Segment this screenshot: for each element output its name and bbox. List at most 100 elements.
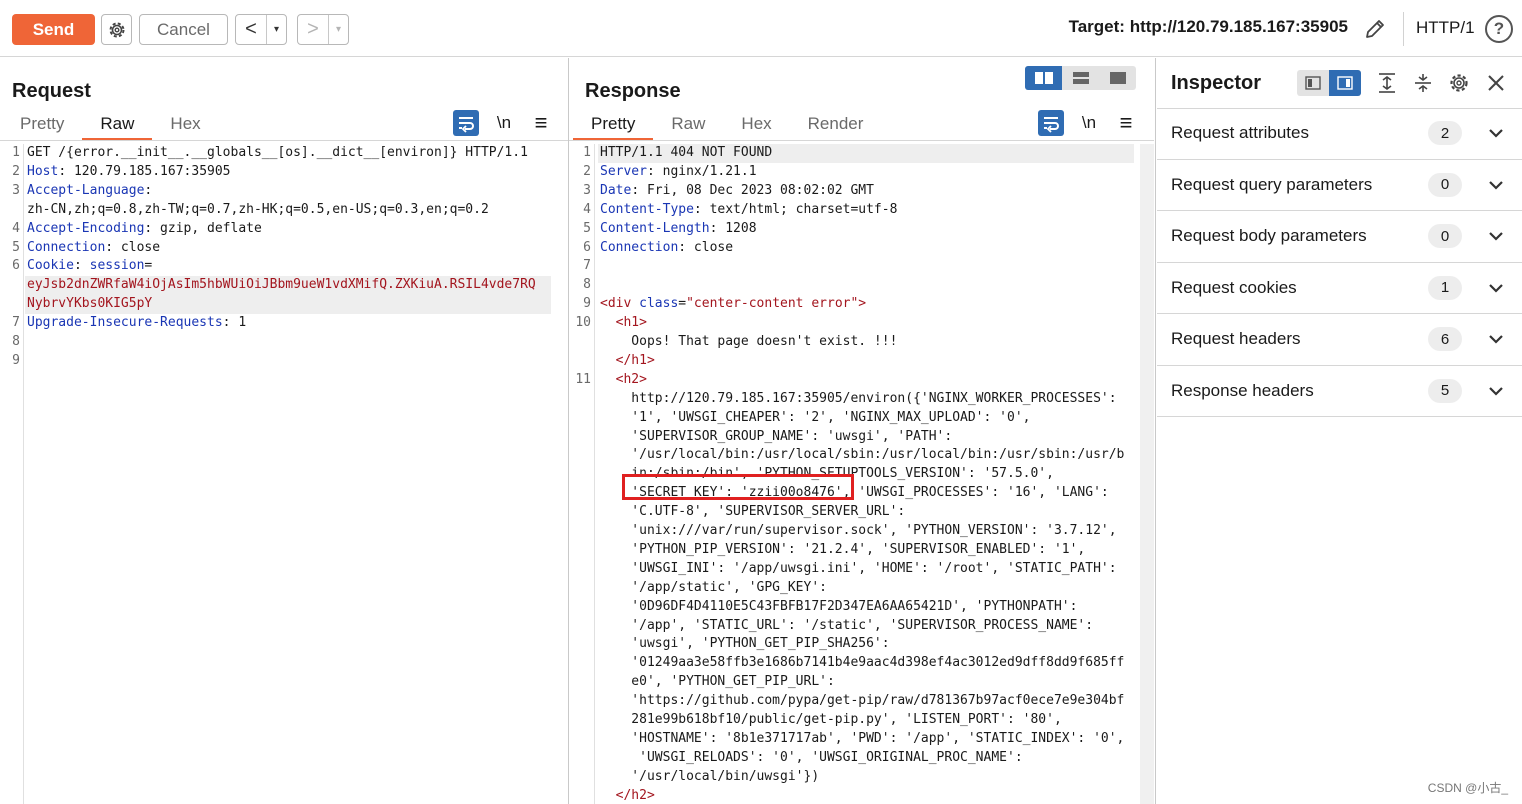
collapse-all-button[interactable] <box>1410 70 1436 96</box>
response-code-line: '/usr/local/bin:/usr/local/sbin:/usr/loc… <box>600 447 1124 462</box>
response-inspector-divider[interactable] <box>1155 58 1156 804</box>
request-line-number: 4 <box>12 220 20 236</box>
cancel-button[interactable]: Cancel <box>139 14 228 45</box>
chevron-down-icon[interactable] <box>1487 382 1505 400</box>
code-token: : text/html; charset=utf-8 <box>693 201 898 217</box>
chevron-down-icon[interactable] <box>1487 330 1505 348</box>
inspector-section-count-badge: 2 <box>1428 121 1462 146</box>
response-code-line: 'PYTHON_PIP_VERSION': '21.2.4', 'SUPERVI… <box>600 542 1085 557</box>
code-token: Accept-Language <box>27 182 145 198</box>
code-token: : nginx/1.21.1 <box>646 163 757 179</box>
request-code-line: NybrvYKbs0KIG5pY <box>27 296 152 311</box>
inspector-layout-toggle <box>1297 70 1361 96</box>
response-code-line: 281e99b618bf10/public/get-pip.py', 'LIST… <box>600 712 1061 727</box>
word-wrap-icon <box>1044 117 1059 133</box>
chevron-down-icon[interactable] <box>1487 227 1505 245</box>
response-tab-raw[interactable]: Raw <box>653 113 723 141</box>
http-version-selector[interactable]: HTTP/1 <box>1416 18 1475 38</box>
forward-button[interactable]: > <box>298 15 328 44</box>
code-token: Host <box>27 163 59 179</box>
response-menu-icon[interactable]: ≡ <box>1113 110 1139 136</box>
request-code-line: GET /{error.__init__.__globals__[os].__d… <box>27 145 528 160</box>
inspector-panel: Inspector Request attributes 2 Request q… <box>1157 58 1522 804</box>
request-line-number: 3 <box>12 182 20 198</box>
inspector-section-label: Response headers <box>1171 380 1314 400</box>
response-code-line: '0D96DF4D4110E5C43FBFB17F2D347EA6AA65421… <box>600 599 1077 614</box>
inspector-section-count-badge: 0 <box>1428 172 1462 197</box>
response-panel: Response Pretty Raw Hex Render \n ≡ 1 HTT… <box>569 58 1154 804</box>
response-tab-hex[interactable]: Hex <box>723 113 789 141</box>
code-token: '1', 'UWSGI_CHEAPER': '2', 'NGINX_MAX_UP… <box>600 409 1031 425</box>
inspector-section-row[interactable]: Request attributes 2 <box>1157 108 1522 160</box>
top-toolbar: Send Cancel < ▾ > ▾ Target: http://120.7… <box>0 0 1522 57</box>
request-wrap-toggle[interactable] <box>453 110 479 136</box>
forward-history-dropdown[interactable]: ▾ <box>328 15 348 44</box>
code-token: 'uwsgi', 'PYTHON_GET_PIP_SHA256': <box>600 636 890 652</box>
layout-single[interactable] <box>1099 66 1136 90</box>
code-token: "center-content error" <box>686 296 859 312</box>
inspector-close-button[interactable] <box>1483 70 1509 96</box>
code-token: : Fri, 08 Dec 2023 08:02:02 GMT <box>631 182 874 198</box>
response-newline-toggle[interactable]: \n <box>1076 110 1102 136</box>
code-token: 'UWSGI_INI': '/app/uwsgi.ini', 'HOME': '… <box>600 560 1117 576</box>
response-code-line: 'UWSGI_INI': '/app/uwsgi.ini', 'HOME': '… <box>600 560 1117 576</box>
layout-side-by-side[interactable] <box>1025 66 1062 90</box>
chevron-down-icon[interactable] <box>1487 176 1505 194</box>
settings-button[interactable] <box>101 14 132 45</box>
expand-all-button[interactable] <box>1374 70 1400 96</box>
request-title: Request <box>12 80 91 102</box>
response-tab-render[interactable]: Render <box>790 113 882 141</box>
code-token: zh-CN,zh;q=0.8,zh-TW;q=0.7,zh-HK;q=0.5,e… <box>27 201 489 217</box>
pencil-icon <box>1366 20 1384 38</box>
request-tab-pretty[interactable]: Pretty <box>2 113 82 141</box>
request-tab-raw[interactable]: Raw <box>82 113 153 141</box>
code-token: : gzip, deflate <box>144 220 262 236</box>
request-line-number: 6 <box>12 258 20 274</box>
response-wrap-toggle[interactable] <box>1038 110 1064 136</box>
inspector-settings-button[interactable] <box>1446 70 1472 96</box>
chevron-down-icon[interactable] <box>1487 279 1505 297</box>
response-line-number: 11 <box>575 371 591 387</box>
code-token: 'HOSTNAME': '8b1e371717ab', 'PWD': '/app… <box>600 730 1125 746</box>
chevron-down-icon[interactable] <box>1487 124 1505 142</box>
inspector-section-row[interactable]: Request body parameters 0 <box>1157 211 1522 263</box>
back-button[interactable]: < <box>236 15 266 44</box>
request-newline-toggle[interactable]: \n <box>491 110 517 136</box>
inspector-section-label: Request cookies <box>1171 277 1297 297</box>
request-code-line: Accept-Language: <box>27 183 152 198</box>
layout-toggle-group <box>1025 66 1136 90</box>
code-token: : 1208 <box>709 220 757 236</box>
request-line-number: 1 <box>12 145 20 160</box>
back-history-dropdown[interactable]: ▾ <box>266 15 286 44</box>
inspector-section-row[interactable]: Request query parameters 0 <box>1157 160 1522 211</box>
code-token: '/usr/local/bin:/usr/local/sbin:/usr/loc… <box>600 447 1125 463</box>
send-button[interactable]: Send <box>12 14 95 45</box>
edit-target-button[interactable] <box>1360 14 1390 44</box>
inspector-section-row[interactable]: Response headers 5 <box>1157 366 1522 417</box>
inspector-section-row[interactable]: Request headers 6 <box>1157 314 1522 366</box>
forward-nav-group: > ▾ <box>297 14 349 45</box>
layout-stacked[interactable] <box>1062 66 1099 90</box>
response-code-line: '01249aa3e58ffb3e1686b7141b4e9aac4d398ef… <box>600 655 1124 670</box>
help-icon[interactable]: ? <box>1485 15 1513 43</box>
inspector-layout-right[interactable] <box>1329 70 1361 96</box>
response-line-number: 1 <box>583 145 591 160</box>
inspector-layout-left[interactable] <box>1297 70 1329 96</box>
request-menu-icon[interactable]: ≡ <box>528 110 554 136</box>
inspector-section-row[interactable]: Request cookies 1 <box>1157 263 1522 314</box>
code-token: <div <box>600 296 640 312</box>
code-token: : close <box>678 239 734 255</box>
response-code-line: 'unix:///var/run/supervisor.sock', 'PYTH… <box>600 523 1116 538</box>
back-nav-group: < ▾ <box>235 14 287 45</box>
response-tab-pretty[interactable]: Pretty <box>573 113 654 141</box>
response-code-line: 'SUPERVISOR_GROUP_NAME': 'uwsgi', 'PATH'… <box>600 429 952 444</box>
response-code-line: Oops! That page doesn't exist. !!! <box>600 334 897 349</box>
request-editor[interactable]: 1 GET /{error.__init__.__globals__[os].__… <box>0 144 568 804</box>
response-scrollbar[interactable] <box>1140 144 1154 804</box>
response-code-line: '/app', 'STATIC_URL': '/static', 'SUPERV… <box>600 618 1093 633</box>
code-token: e0', 'PYTHON_GET_PIP_URL': <box>600 674 835 690</box>
code-token: = <box>144 258 153 274</box>
request-tab-hex[interactable]: Hex <box>152 113 218 141</box>
panel-left-icon <box>1305 76 1321 90</box>
response-line-number: 4 <box>583 201 591 217</box>
